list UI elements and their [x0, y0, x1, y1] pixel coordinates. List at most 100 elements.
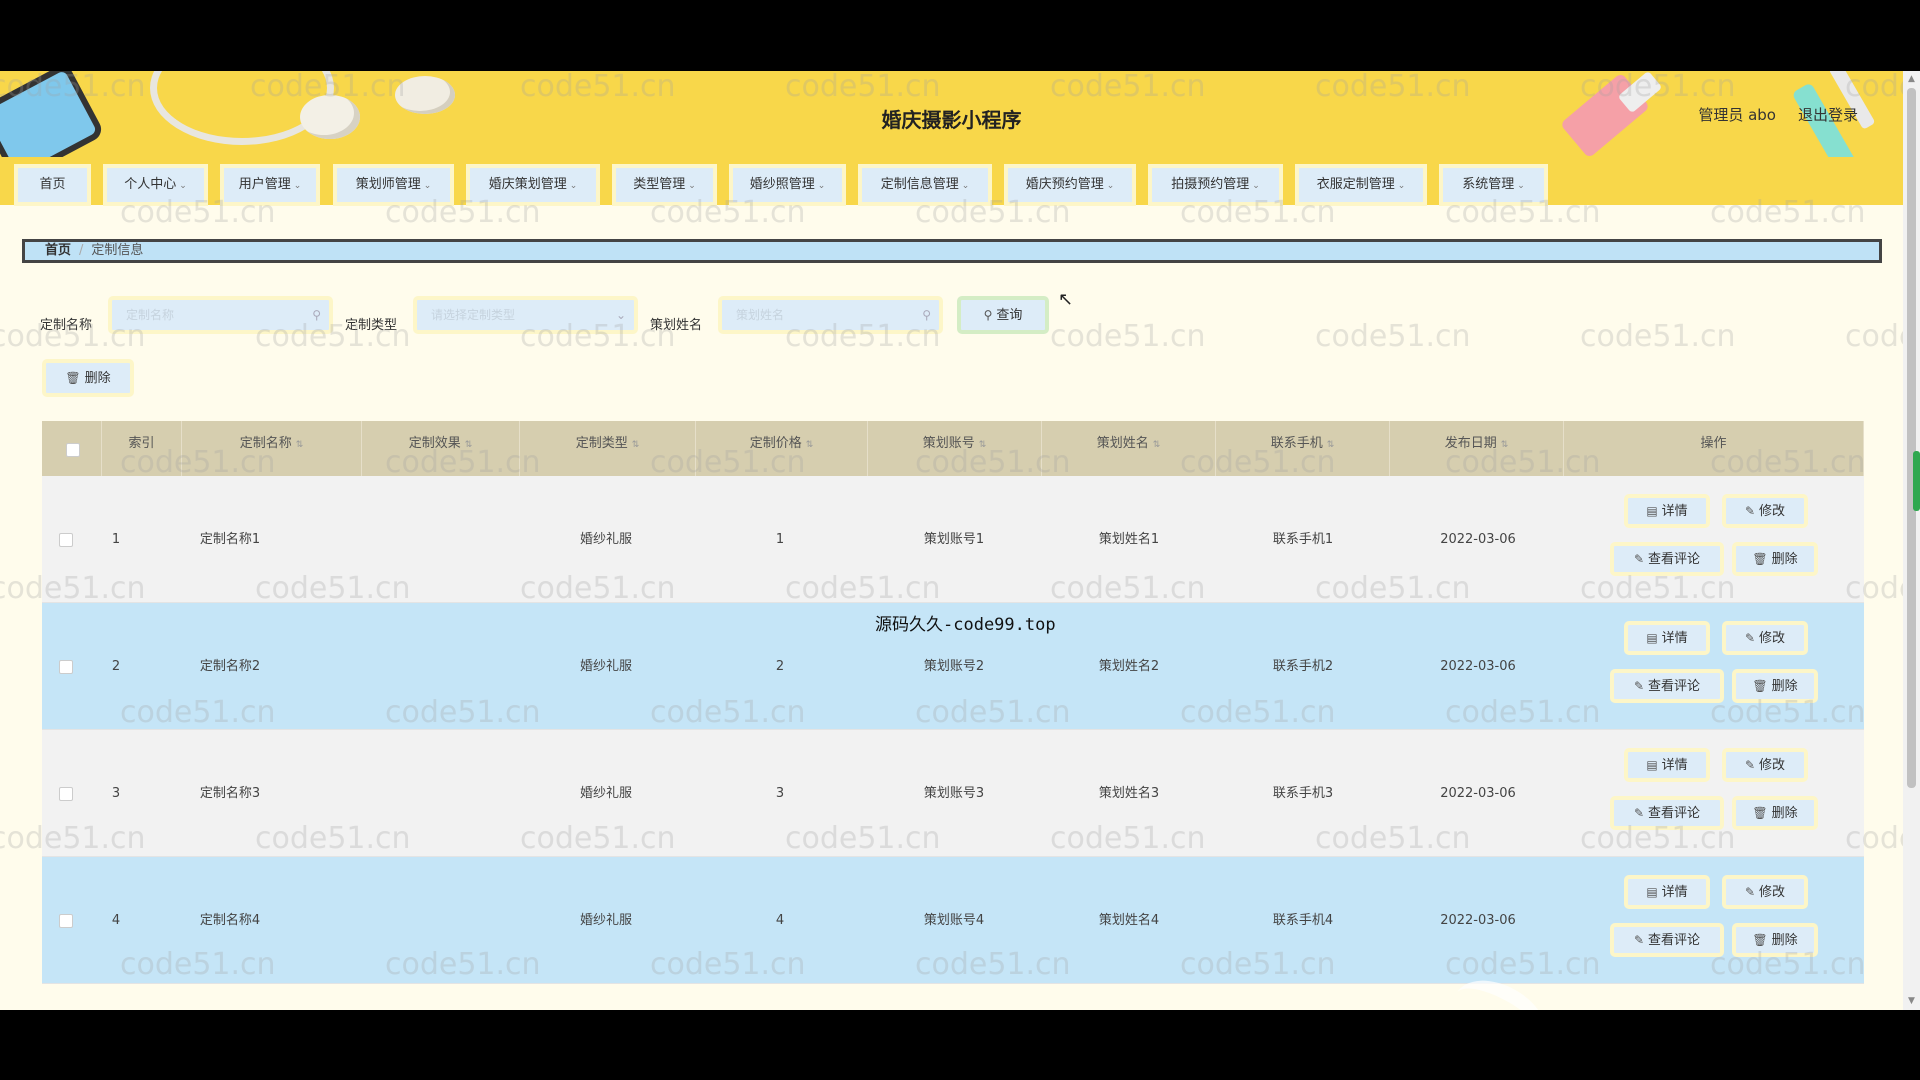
view-comments-button-label: 查看评论: [1648, 679, 1701, 694]
edit-button-label: 修改: [1759, 885, 1786, 900]
cell-planner: 策划姓名4: [1098, 913, 1160, 928]
document-icon: ▤: [1646, 631, 1658, 645]
column-header-type[interactable]: 定制类型 ⇅: [520, 421, 696, 476]
sort-icon[interactable]: ⇅: [806, 440, 814, 450]
cell-price: 1: [775, 532, 785, 547]
column-header-index: 索引: [102, 421, 182, 476]
cell-effect: [317, 476, 497, 603]
vertical-scrollbar[interactable]: ▲ ▼: [1903, 71, 1920, 1010]
filter-name-input[interactable]: 定制名称 ⚲: [108, 296, 333, 334]
cell-account: 策划账号1: [923, 532, 985, 547]
nav-item-home[interactable]: 首页: [14, 164, 91, 206]
filter-type-select[interactable]: 请选择定制类型 ⌄: [413, 296, 638, 334]
cell-date: 2022-03-06: [1440, 786, 1516, 801]
column-header-label: 联系手机: [1270, 436, 1323, 451]
edit-button[interactable]: ✎ 修改: [1722, 875, 1808, 909]
delete-button[interactable]: 🗑 删除: [1732, 796, 1818, 830]
cell-planner: 策划姓名3: [1098, 786, 1160, 801]
cell-account: 策划账号4: [923, 913, 985, 928]
user-area: 管理员 abo 退出登录: [1698, 104, 1858, 125]
nav-item-label: 衣服定制管理: [1316, 177, 1395, 192]
sort-icon[interactable]: ⇅: [1501, 440, 1509, 450]
nav-item-custom-info-management[interactable]: 定制信息管理 ⌄: [858, 164, 992, 206]
filter-planner-input[interactable]: 策划姓名 ⚲: [718, 296, 943, 334]
column-header-label: 定制效果: [408, 436, 461, 451]
column-header-phone[interactable]: 联系手机 ⇅: [1216, 421, 1390, 476]
current-user[interactable]: 管理员 abo: [1698, 104, 1776, 125]
detail-button[interactable]: ▤ 详情: [1624, 875, 1710, 909]
detail-button[interactable]: ▤ 详情: [1624, 621, 1710, 655]
sort-icon[interactable]: ⇅: [979, 440, 987, 450]
document-icon: ▤: [1646, 504, 1658, 518]
chevron-down-icon: ⌄: [423, 181, 432, 191]
view-comments-button[interactable]: ✎ 查看评论: [1610, 542, 1724, 576]
cell-price: 4: [775, 913, 785, 928]
nav-item-wedding-photo-management[interactable]: 婚纱照管理 ⌄: [729, 164, 846, 206]
chevron-down-icon: ⌄: [293, 181, 302, 191]
chevron-down-icon: ⌄: [1397, 181, 1406, 191]
filter-name-label: 定制名称: [40, 318, 93, 333]
batch-delete-button[interactable]: 🗑 删除: [42, 359, 134, 397]
search-icon: ⚲: [983, 308, 993, 322]
select-all-checkbox[interactable]: [66, 443, 80, 457]
column-header-label: 定制类型: [575, 436, 628, 451]
cell-date: 2022-03-06: [1440, 532, 1516, 547]
delete-button[interactable]: 🗑 删除: [1732, 923, 1818, 957]
cell-phone: 联系手机4: [1272, 913, 1334, 928]
nav-item-system-management[interactable]: 系统管理 ⌄: [1439, 164, 1548, 206]
column-header-name[interactable]: 定制名称 ⇅: [182, 421, 362, 476]
edit-button[interactable]: ✎ 修改: [1722, 494, 1808, 528]
table-row[interactable]: 3 定制名称3 婚纱礼服 3 策划账号3 策划姓名3 联系手机3 2022-03-06 ▤ 详情 ✎…: [42, 730, 1864, 857]
detail-button[interactable]: ▤ 详情: [1624, 748, 1710, 782]
view-comments-button[interactable]: ✎ 查看评论: [1610, 669, 1724, 703]
nav-item-shoot-booking-management[interactable]: 拍摄预约管理 ⌄: [1148, 164, 1283, 206]
sort-icon[interactable]: ⇅: [465, 440, 473, 450]
detail-button[interactable]: ▤ 详情: [1624, 494, 1710, 528]
sort-icon[interactable]: ⇅: [632, 440, 640, 450]
column-header-date[interactable]: 发布日期 ⇅: [1390, 421, 1564, 476]
delete-button[interactable]: 🗑 删除: [1732, 669, 1818, 703]
cell-phone: 联系手机1: [1272, 532, 1334, 547]
query-button[interactable]: ⚲ 查询: [957, 296, 1049, 334]
trash-icon: 🗑: [1752, 552, 1768, 566]
nav-item-user-management[interactable]: 用户管理 ⌄: [220, 164, 320, 206]
delete-button[interactable]: 🗑 删除: [1732, 542, 1818, 576]
sort-icon[interactable]: ⇅: [1327, 440, 1335, 450]
nav-item-type-management[interactable]: 类型管理 ⌄: [612, 164, 717, 206]
cell-planner: 策划姓名2: [1098, 659, 1160, 674]
nav-item-label: 类型管理: [633, 177, 686, 192]
column-header-label: 策划账号: [922, 436, 975, 451]
table-row[interactable]: 1 定制名称1 婚纱礼服 1 策划账号1 策划姓名1 联系手机1 2022-03-06 ▤ 详情 ✎…: [42, 476, 1864, 603]
scrollbar-thumb[interactable]: [1907, 88, 1916, 788]
edit-button[interactable]: ✎ 修改: [1722, 621, 1808, 655]
view-comments-button[interactable]: ✎ 查看评论: [1610, 923, 1724, 957]
column-header-account[interactable]: 策划账号 ⇅: [868, 421, 1042, 476]
nav-item-clothes-custom-management[interactable]: 衣服定制管理 ⌄: [1295, 164, 1427, 206]
sort-icon[interactable]: ⇅: [296, 440, 304, 450]
table-row[interactable]: 4 定制名称4 婚纱礼服 4 策划账号4 策划姓名4 联系手机4 2022-03-06 ▤ 详情 ✎…: [42, 857, 1864, 984]
column-header-price[interactable]: 定制价格 ⇅: [696, 421, 868, 476]
edit-button-label: 修改: [1759, 504, 1786, 519]
column-header-planner[interactable]: 策划姓名 ⇅: [1042, 421, 1216, 476]
breadcrumb-home[interactable]: 首页: [45, 243, 71, 258]
edit-button[interactable]: ✎ 修改: [1722, 748, 1808, 782]
nav-item-personal-center[interactable]: 个人中心 ⌄: [103, 164, 208, 206]
view-comments-button-label: 查看评论: [1648, 806, 1701, 821]
view-comments-button[interactable]: ✎ 查看评论: [1610, 796, 1724, 830]
query-button-label: 查询: [996, 308, 1023, 323]
data-table: 索引 定制名称 ⇅ 定制效果 ⇅ 定制类型 ⇅ 定制价格 ⇅ 策划账号 ⇅ 策划姓名 ⇅ 联系手机 ⇅ 发布日…: [42, 421, 1864, 984]
nav-item-label: 首页: [39, 177, 66, 192]
nav-item-planner-management[interactable]: 策划师管理 ⌄: [333, 164, 454, 206]
edit-icon: ✎: [1744, 758, 1756, 772]
chevron-down-icon: ⌄: [615, 308, 626, 322]
logout-button[interactable]: 退出登录: [1798, 104, 1858, 125]
scroll-up-icon[interactable]: ▲: [1903, 71, 1920, 88]
cell-name: 定制名称1: [199, 532, 261, 547]
nav-item-wedding-plan-management[interactable]: 婚庆策划管理 ⌄: [466, 164, 600, 206]
scroll-down-icon[interactable]: ▼: [1903, 993, 1920, 1010]
column-header-effect[interactable]: 定制效果 ⇅: [362, 421, 520, 476]
nav-item-wedding-booking-management[interactable]: 婚庆预约管理 ⌄: [1004, 164, 1136, 206]
edit-icon: ✎: [1633, 806, 1645, 820]
table-row[interactable]: 2 定制名称2 婚纱礼服 2 策划账号2 策划姓名2 联系手机2 2022-03-06 ▤ 详情 ✎…: [42, 603, 1864, 730]
sort-icon[interactable]: ⇅: [1153, 440, 1161, 450]
